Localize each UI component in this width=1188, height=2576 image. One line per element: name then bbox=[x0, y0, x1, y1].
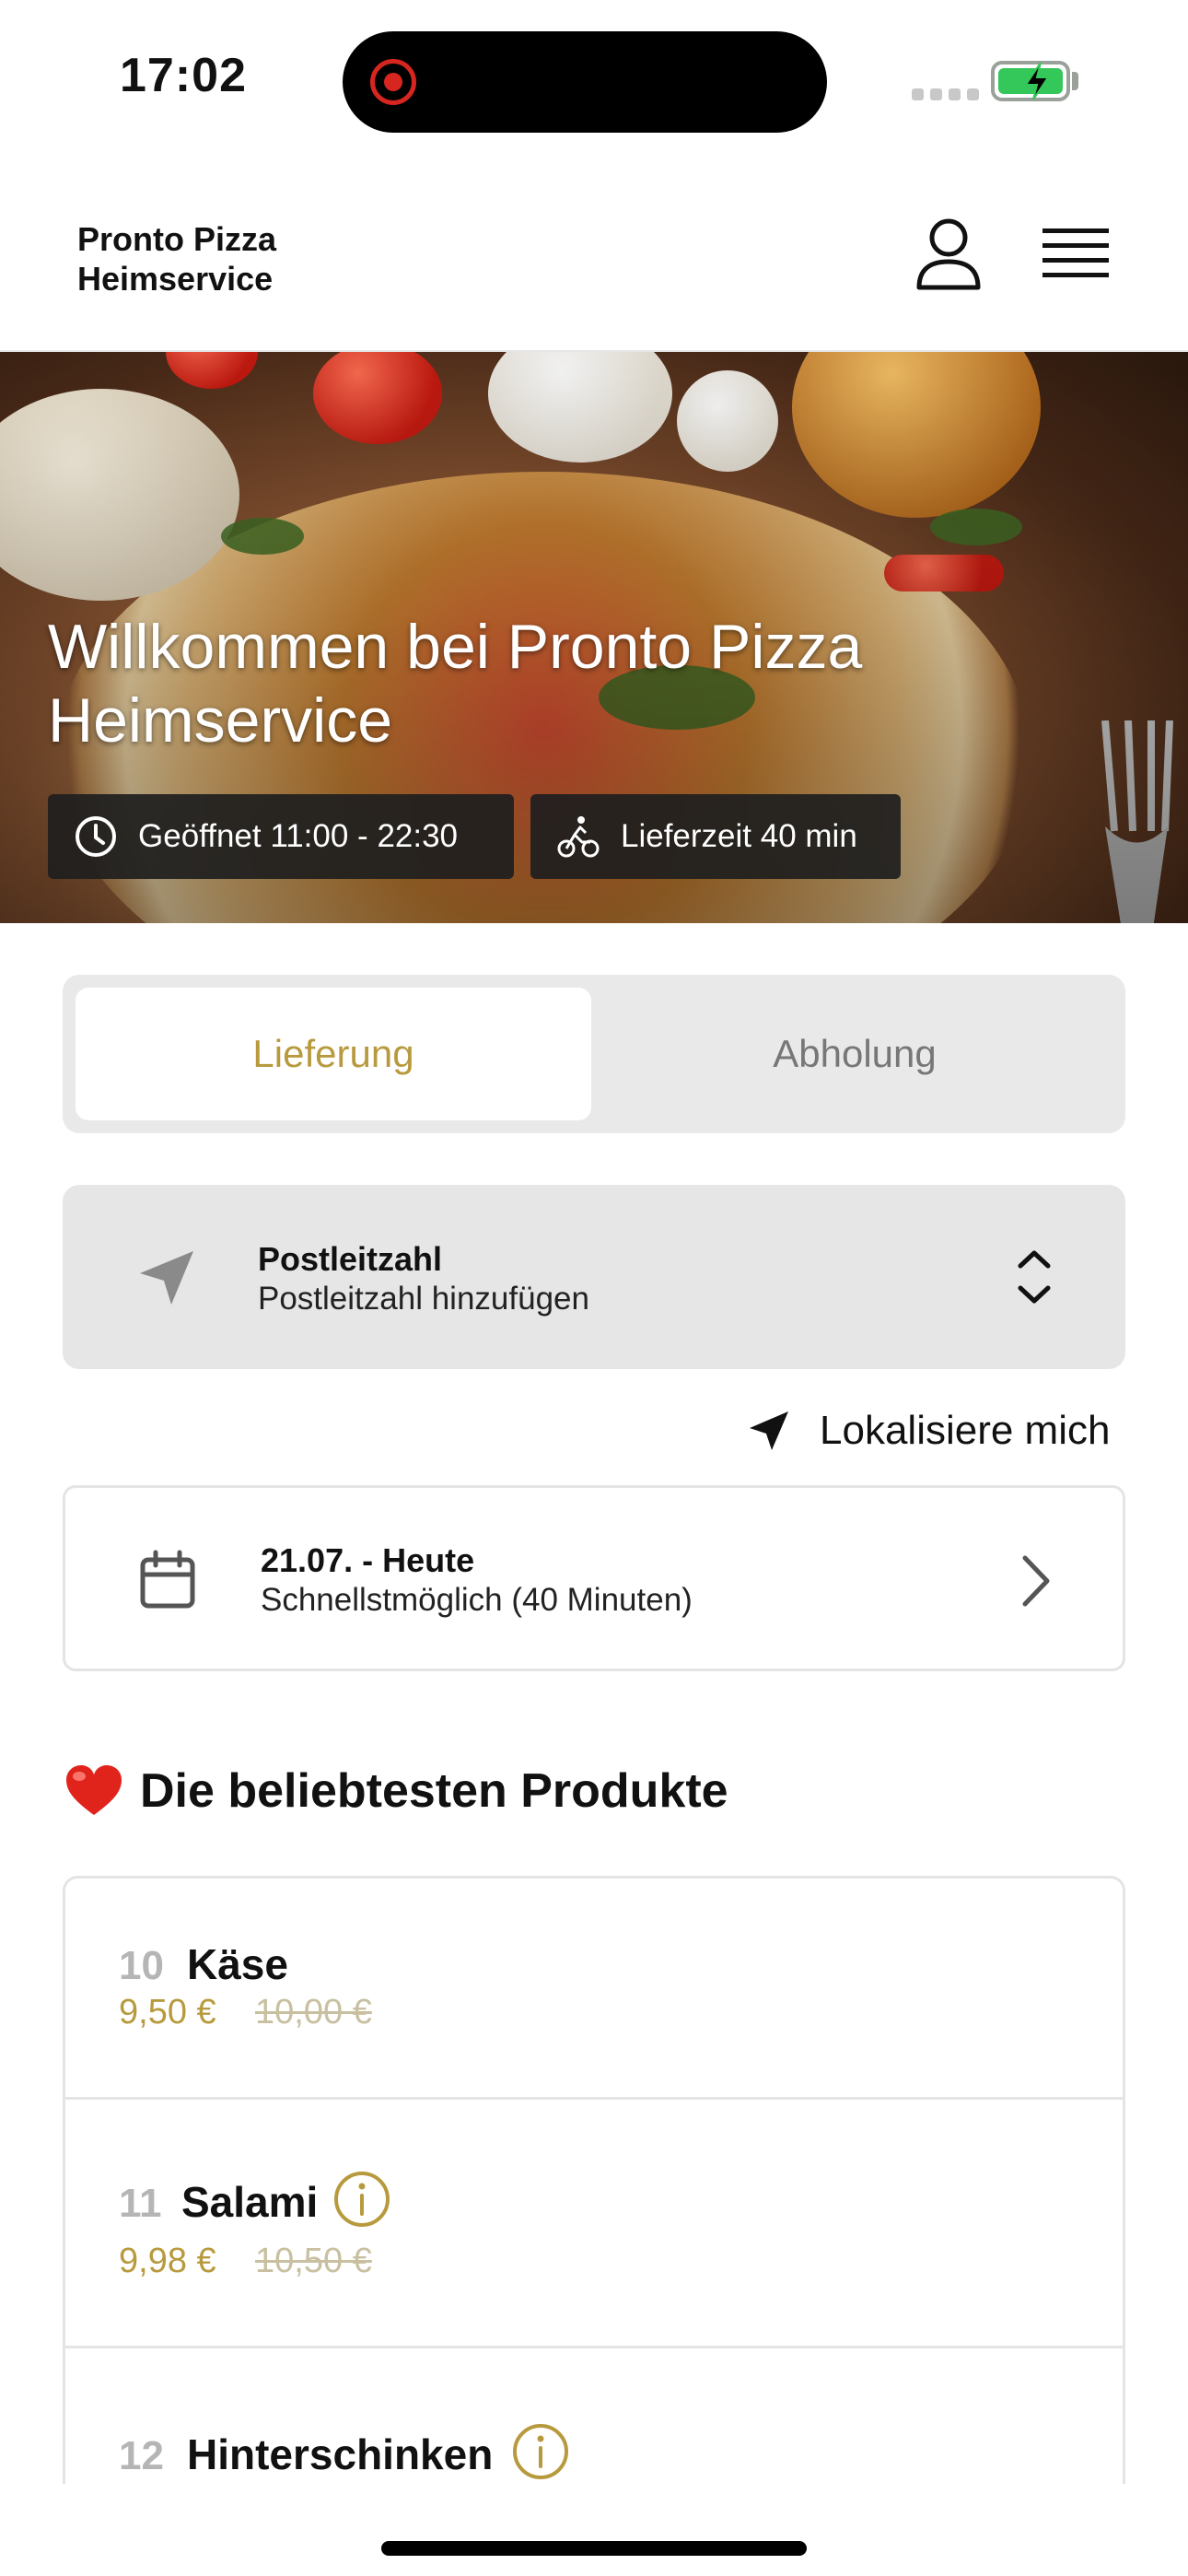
recording-indicator-icon bbox=[370, 59, 416, 105]
delivery-date-select[interactable]: 21.07. - Heute Schnellstmöglich (40 Minu… bbox=[63, 1485, 1125, 1671]
product-price: 9,98 € bbox=[119, 2242, 216, 2280]
pickup-tab[interactable]: Abholung bbox=[597, 988, 1112, 1120]
brand-line2: Heimservice bbox=[77, 260, 274, 298]
delivery-time-text: Lieferzeit 40 min bbox=[621, 818, 857, 854]
delivery-bike-icon bbox=[557, 816, 600, 858]
product-old-price: 10,00 € bbox=[255, 1993, 372, 2032]
hero-title: Willkommen bei Pronto Pizza Heimservice bbox=[48, 612, 863, 755]
product-list: 10 Käse 9,50 € 10,00 € 11 Salami 9,98 € … bbox=[63, 1876, 1125, 2484]
location-arrow-icon bbox=[140, 1251, 193, 1305]
charging-bolt-icon bbox=[1024, 62, 1050, 100]
popular-products-title: Die beliebtesten Produkte bbox=[140, 1764, 728, 1818]
product-name: Hinterschinken bbox=[187, 2430, 494, 2478]
status-bar: 17:02 bbox=[0, 0, 1188, 157]
opening-hours-text: Geöffnet 11:00 - 22:30 bbox=[138, 818, 459, 854]
battery-icon bbox=[991, 61, 1070, 101]
calendar-icon bbox=[140, 1550, 195, 1609]
product-number: 10 bbox=[119, 1943, 164, 1988]
delivery-tab[interactable]: Lieferung bbox=[76, 988, 591, 1120]
info-icon[interactable] bbox=[332, 2170, 391, 2229]
locate-me-label: Lokalisiere mich bbox=[820, 1408, 1111, 1453]
locate-me-button[interactable]: Lokalisiere mich bbox=[746, 1399, 1110, 1463]
product-price: 9,50 € bbox=[119, 1993, 216, 2032]
delivery-date-label: 21.07. - Heute bbox=[261, 1541, 475, 1579]
chevron-up-down-icon bbox=[1018, 1250, 1051, 1304]
product-name: Salami bbox=[181, 2178, 319, 2226]
user-icon[interactable] bbox=[912, 216, 985, 293]
product-item[interactable]: 10 Käse 9,50 € 10,00 € bbox=[65, 1879, 1123, 2100]
popular-products-heading: Die beliebtesten Produkte bbox=[64, 1763, 728, 1819]
product-number: 12 bbox=[119, 2433, 164, 2478]
product-item[interactable]: 12 Hinterschinken bbox=[65, 2348, 1123, 2484]
postal-code-label: Postleitzahl bbox=[258, 1240, 443, 1278]
hamburger-menu-icon[interactable] bbox=[1039, 225, 1112, 284]
delivery-time-badge: Lieferzeit 40 min bbox=[530, 794, 901, 879]
opening-hours-badge: Geöffnet 11:00 - 22:30 bbox=[48, 794, 514, 879]
product-number: 11 bbox=[119, 2181, 162, 2226]
product-old-price: 10,50 € bbox=[255, 2242, 372, 2280]
product-name: Käse bbox=[187, 1940, 288, 1988]
battery-cap bbox=[1072, 72, 1078, 90]
signal-icon bbox=[912, 88, 979, 100]
chevron-right-icon bbox=[1022, 1555, 1050, 1607]
order-mode-toggle: Lieferung Abholung bbox=[63, 975, 1125, 1133]
dynamic-island bbox=[343, 31, 827, 133]
info-icon[interactable] bbox=[511, 2422, 570, 2481]
location-arrow-icon bbox=[750, 1411, 788, 1450]
delivery-time-value: Schnellstmöglich (40 Minuten) bbox=[261, 1582, 693, 1618]
postal-code-value: Postleitzahl hinzufügen bbox=[258, 1281, 589, 1317]
brand-logo-text[interactable]: Pronto Pizza Heimservice bbox=[77, 219, 354, 299]
postal-code-select[interactable]: Postleitzahl Postleitzahl hinzufügen bbox=[63, 1185, 1125, 1369]
clock-icon bbox=[76, 816, 116, 857]
brand-line1: Pronto Pizza bbox=[77, 220, 277, 258]
heart-icon bbox=[66, 1765, 122, 1815]
status-time: 17:02 bbox=[120, 49, 247, 102]
product-item[interactable]: 11 Salami 9,98 € 10,50 € bbox=[65, 2100, 1123, 2348]
hero-banner: Willkommen bei Pronto Pizza Heimservice … bbox=[0, 352, 1188, 923]
home-indicator[interactable] bbox=[381, 2541, 807, 2556]
app-header: Pronto Pizza Heimservice bbox=[0, 157, 1188, 352]
